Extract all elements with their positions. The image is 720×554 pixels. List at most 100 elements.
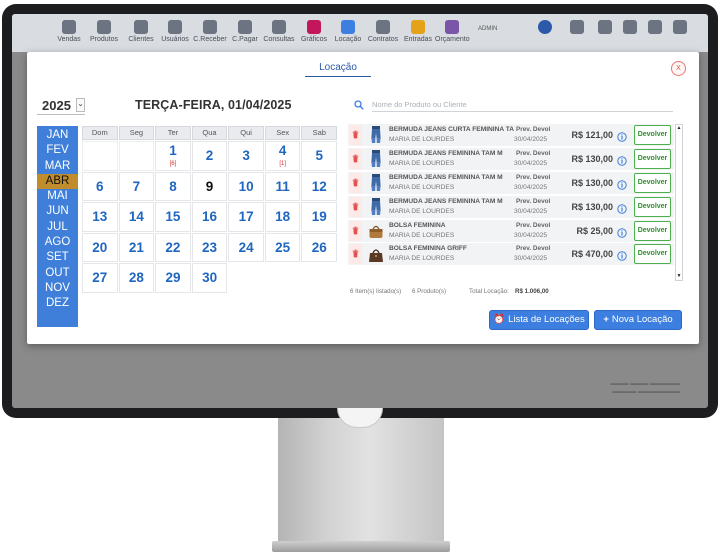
day-9[interactable]: 9 — [191, 171, 228, 201]
monitor-stand — [278, 418, 444, 544]
toolbar-vendas[interactable]: Vendas — [52, 16, 86, 50]
monitor-frame: Vendas Produtos Clientes Usuários C.Rece… — [2, 4, 718, 418]
jeans-shorts-icon — [368, 149, 384, 169]
delete-rental-button[interactable] — [349, 148, 362, 169]
day-18[interactable]: 18 — [264, 202, 301, 232]
month-jan[interactable]: JAN — [37, 128, 78, 143]
rental-list-button[interactable]: ⏰ Lista de Locações — [489, 310, 589, 330]
month-nov[interactable]: NOV — [37, 281, 78, 296]
day-number: 19 — [311, 209, 327, 224]
toolbar-consultas[interactable]: Consultas — [262, 16, 296, 50]
rental-price: R$ 121,00 — [571, 130, 613, 140]
products-count: 6 Produto(s) — [412, 288, 447, 295]
due-date: 30/04/2025 — [514, 207, 548, 215]
return-button[interactable]: Devolver — [634, 196, 671, 217]
day-5[interactable]: 5 — [301, 141, 338, 171]
day-10[interactable]: 10 — [228, 171, 264, 201]
toolbar-contratos[interactable]: Contratos — [366, 16, 400, 50]
day-8[interactable]: 8 — [155, 171, 191, 201]
scroll-down-icon[interactable]: ▼ — [676, 273, 682, 280]
day-number: 15 — [165, 209, 181, 224]
day-7[interactable]: 7 — [118, 171, 155, 201]
day-27[interactable]: 27 — [82, 263, 118, 293]
toolbar-cpagar[interactable]: C.Pagar — [228, 16, 262, 50]
rental-list-scrollbar[interactable]: ▲ ▼ — [675, 124, 683, 281]
rental-price: R$ 25,00 — [576, 225, 613, 236]
day-19[interactable]: 19 — [301, 202, 338, 232]
day-16[interactable]: 16 — [191, 202, 228, 232]
return-button[interactable]: Devolver — [634, 125, 671, 145]
day-13[interactable]: 13 — [82, 202, 118, 232]
chevron-down-icon[interactable]: ⌄ — [76, 98, 85, 112]
month-dez[interactable]: DEZ — [37, 296, 78, 311]
day-26[interactable]: 26 — [301, 232, 338, 262]
close-button[interactable]: X — [671, 61, 686, 76]
month-jul[interactable]: JUL — [37, 220, 78, 235]
product-name: BOLSA FEMININA GRIFF — [389, 245, 467, 253]
toolbar-locacao[interactable]: Locação — [331, 16, 365, 50]
gear-icon — [598, 20, 612, 34]
day-11[interactable]: 11 — [264, 171, 301, 201]
return-button[interactable]: Devolver — [634, 244, 671, 265]
calendar-grid: Dom Seg Ter Qua Qui Sex Sab 1 [6] 2 3 4 [1] 5 6 7 8 9 10 1… — [82, 126, 338, 293]
month-fev[interactable]: FEV — [37, 143, 78, 158]
month-mar[interactable]: MAR — [37, 159, 78, 174]
info-icon[interactable] — [617, 177, 627, 190]
product-name: BERMUDA JEANS CURTA FEMININA TAM — [389, 126, 514, 133]
new-rental-button[interactable]: + Nova Locação — [594, 310, 682, 330]
month-out[interactable]: OUT — [37, 266, 78, 281]
day-12[interactable]: 12 — [301, 171, 338, 201]
locacao-modal: Locação X 2025 ⌄ TERÇA-FEIRA, 01/04/2025… — [27, 52, 699, 344]
day-2[interactable]: 2 — [191, 141, 228, 171]
delete-rental-button[interactable] — [349, 172, 362, 193]
day-25[interactable]: 25 — [264, 232, 301, 262]
scroll-up-icon[interactable]: ▲ — [676, 125, 682, 132]
day-4[interactable]: 4 [1] — [264, 141, 301, 171]
return-button[interactable]: Devolver — [634, 220, 671, 241]
person-icon — [134, 20, 148, 34]
day-29[interactable]: 29 — [155, 263, 191, 293]
rental-row: BERMUDA JEANS CURTA FEMININA TAM MARIA DE… — [348, 124, 674, 146]
info-icon[interactable] — [617, 129, 627, 142]
day-20[interactable]: 20 — [82, 232, 118, 262]
day-15[interactable]: 15 — [155, 202, 191, 232]
toolbar-usuarios[interactable]: Usuários — [158, 16, 192, 50]
info-icon[interactable] — [617, 153, 627, 166]
delete-rental-button[interactable] — [349, 125, 362, 145]
day-21[interactable]: 21 — [118, 232, 155, 262]
month-abr[interactable]: ABR — [37, 173, 78, 190]
toolbar-entradas[interactable]: Entradas — [401, 16, 435, 50]
delete-rental-button[interactable] — [349, 196, 362, 217]
return-button[interactable]: Devolver — [634, 148, 671, 169]
day-3[interactable]: 3 — [228, 141, 264, 171]
month-mai[interactable]: MAI — [37, 189, 78, 204]
toolbar-graficos[interactable]: Gráficos — [297, 16, 331, 50]
toolbar-clientes[interactable]: Clientes — [124, 16, 158, 50]
delete-rental-button[interactable] — [349, 220, 362, 241]
year-select[interactable]: 2025 ⌄ — [37, 97, 85, 115]
delete-rental-button[interactable] — [349, 244, 362, 265]
month-ago[interactable]: AGO — [37, 235, 78, 250]
toolbar-creceber[interactable]: C.Receber — [193, 16, 227, 50]
toolbar-power[interactable] — [663, 16, 697, 50]
day-1[interactable]: 1 [6] — [155, 141, 191, 171]
search-input[interactable] — [372, 98, 673, 112]
day-30[interactable]: 30 — [191, 263, 228, 293]
day-17[interactable]: 17 — [228, 202, 264, 232]
user-avatar[interactable] — [528, 16, 562, 50]
info-icon[interactable] — [617, 201, 627, 214]
info-icon[interactable] — [617, 248, 627, 262]
toolbar-produtos[interactable]: Produtos — [87, 16, 121, 50]
return-button[interactable]: Devolver — [634, 172, 671, 193]
day-24[interactable]: 24 — [228, 232, 264, 262]
info-icon[interactable] — [617, 225, 627, 238]
day-28[interactable]: 28 — [118, 263, 155, 293]
day-6[interactable]: 6 — [82, 171, 118, 201]
day-23[interactable]: 23 — [191, 232, 228, 262]
toolbar-orcamento[interactable]: Orçamento — [435, 16, 470, 50]
month-jun[interactable]: JUN — [37, 204, 78, 219]
month-set[interactable]: SET — [37, 250, 78, 265]
day-14[interactable]: 14 — [118, 202, 155, 232]
day-22[interactable]: 22 — [155, 232, 191, 262]
total-label: Total Locação: — [469, 288, 509, 295]
